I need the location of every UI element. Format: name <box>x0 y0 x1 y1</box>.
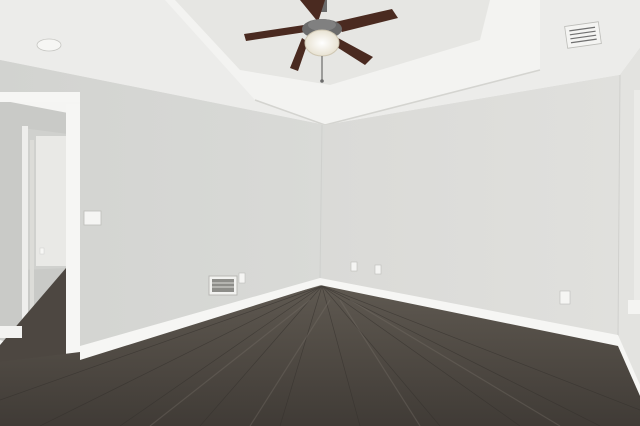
window-trim <box>628 300 640 314</box>
light-switch <box>83 210 102 226</box>
window-edge <box>634 90 640 300</box>
wall-outlet-back-1 <box>350 261 358 272</box>
smoke-detector <box>36 38 62 52</box>
doorway <box>0 92 80 372</box>
fan-light <box>304 29 340 57</box>
floor-vent <box>208 275 238 296</box>
wall-outlet-back-3 <box>559 290 571 305</box>
wall-outlet-back-2 <box>374 264 382 275</box>
room-scene <box>0 0 640 426</box>
wall-outlet-left <box>238 272 246 284</box>
air-vent <box>564 21 602 49</box>
